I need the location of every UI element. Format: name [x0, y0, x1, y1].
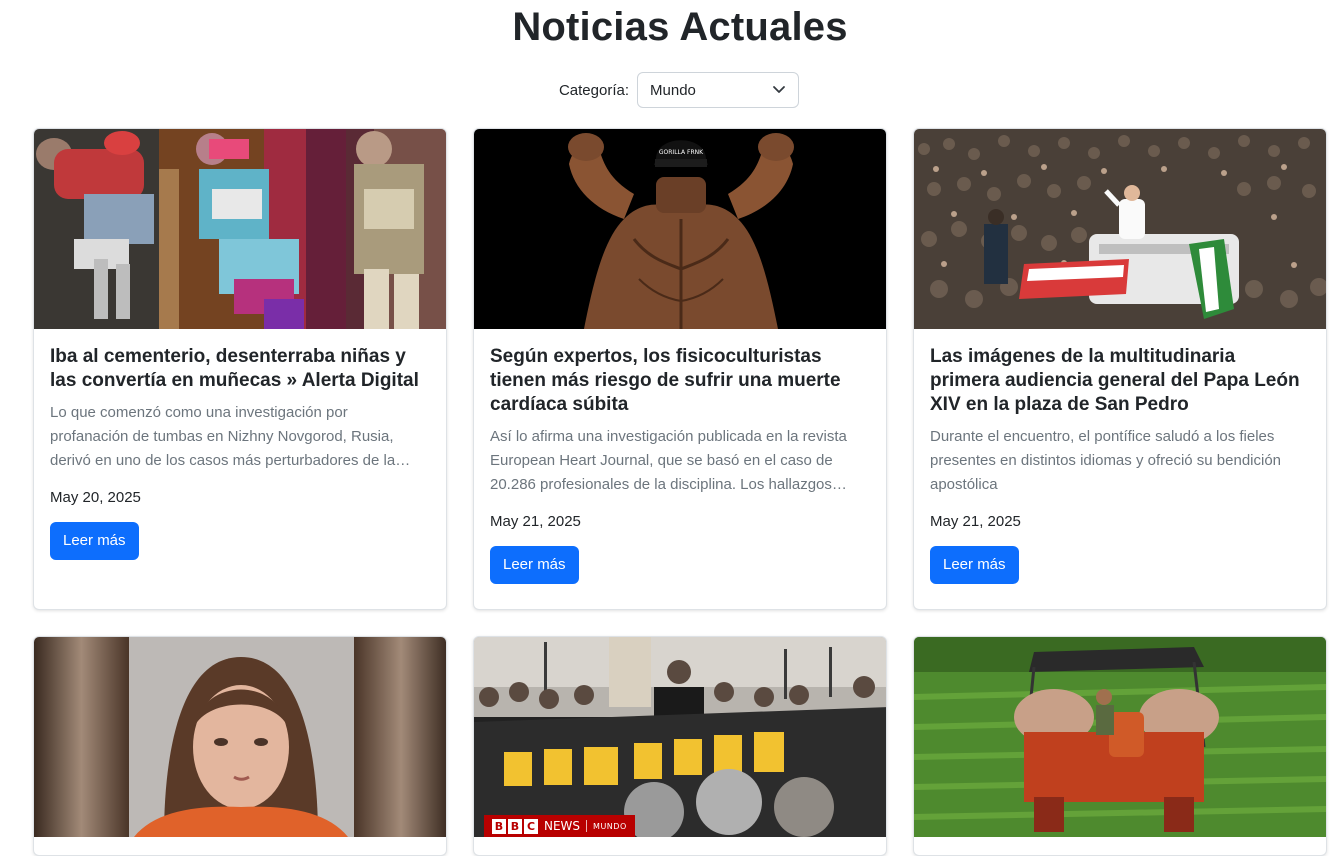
cap-logo-text: GORILLA FRNK [659, 149, 704, 156]
news-image-protest[interactable]: BBC NEWS MUNDO [474, 637, 886, 837]
news-image-tea-harvester[interactable] [914, 637, 1326, 837]
bbc-logo-letter: B [492, 818, 506, 834]
news-title[interactable]: Iba al cementerio, desenterraba niñas y … [50, 345, 430, 393]
bbc-divider [586, 820, 588, 832]
news-date: May 21, 2025 [490, 513, 581, 530]
news-card [33, 636, 447, 856]
news-description: Así lo afirma una investigación publicad… [490, 428, 847, 493]
news-card: GORILLA FRNK Según expertos, los fisicoc… [473, 128, 887, 610]
news-date: May 21, 2025 [930, 513, 1021, 530]
news-card: Las imágenes de la multitudinaria primer… [913, 128, 1327, 610]
chevron-down-icon [773, 86, 785, 93]
news-card [913, 636, 1327, 856]
news-date: May 20, 2025 [50, 489, 141, 506]
news-card: BBC NEWS MUNDO [473, 636, 887, 856]
page-title: Noticias Actuales [512, 5, 848, 49]
bbc-logo: BBC [492, 818, 538, 834]
read-more-button[interactable]: Leer más [930, 546, 1019, 584]
news-description: Durante el encuentro, el pontífice salud… [930, 428, 1282, 493]
bbc-logo-letter: C [524, 818, 538, 834]
category-selected-value: Mundo [650, 81, 696, 99]
news-title[interactable]: Las imágenes de la multitudinaria primer… [930, 345, 1310, 417]
read-more-button[interactable]: Leer más [50, 522, 139, 560]
news-image-bodybuilder[interactable]: GORILLA FRNK [474, 129, 886, 329]
bbc-section-label: MUNDO [593, 821, 627, 831]
news-card: Iba al cementerio, desenterraba niñas y … [33, 128, 447, 610]
bbc-logo-letter: B [508, 818, 522, 834]
news-image-pope-audience[interactable] [914, 129, 1326, 329]
category-filter: Categoría: Mundo [0, 72, 1338, 108]
read-more-button[interactable]: Leer más [490, 546, 579, 584]
news-image-mugshot[interactable] [34, 637, 446, 837]
category-label: Categoría: [558, 81, 630, 99]
category-select[interactable]: Mundo [637, 72, 800, 108]
news-description: Lo que comenzó como una investigación po… [50, 404, 411, 469]
news-title[interactable]: Según expertos, los fisicoculturistas ti… [490, 345, 870, 417]
bbc-news-mundo-badge: BBC NEWS MUNDO [484, 815, 635, 837]
bbc-news-label: NEWS [544, 819, 581, 833]
news-image-dolls[interactable] [34, 129, 446, 329]
